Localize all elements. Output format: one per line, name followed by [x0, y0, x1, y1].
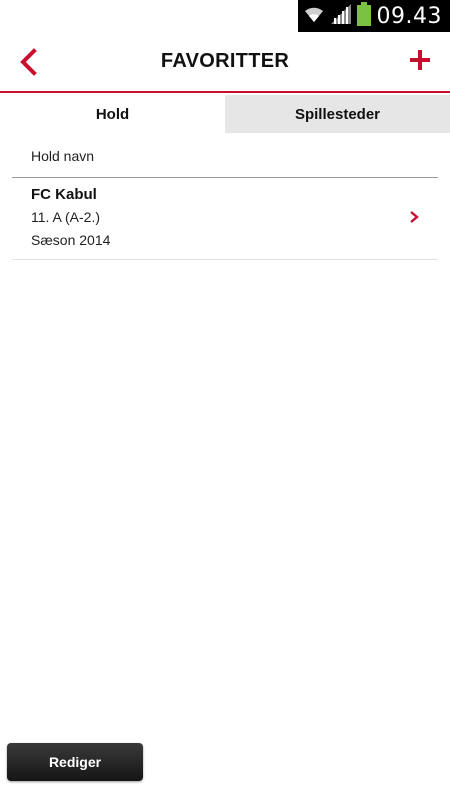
status-icons: 09.43	[298, 0, 450, 32]
wifi-icon	[303, 4, 325, 29]
app-header: FAVORITTER	[0, 32, 450, 93]
tab-bar: Hold Spillesteder	[0, 95, 450, 133]
chevron-right-icon	[410, 211, 419, 223]
plus-icon	[410, 50, 430, 70]
list-item[interactable]: FC Kabul 11. A (A-2.) Sæson 2014	[12, 178, 438, 260]
team-season: Sæson 2014	[31, 232, 111, 248]
team-name: FC Kabul	[31, 186, 97, 203]
column-header: Hold navn	[31, 148, 95, 164]
status-bar: 09.43	[0, 0, 450, 32]
tab-spillesteder[interactable]: Spillesteder	[225, 95, 450, 133]
signal-icon	[330, 3, 351, 29]
tab-hold[interactable]: Hold	[0, 95, 225, 133]
add-button[interactable]	[408, 48, 432, 72]
status-time: 09.43	[376, 3, 442, 29]
page-title: FAVORITTER	[160, 50, 290, 72]
battery-icon	[356, 1, 371, 31]
edit-button[interactable]: Rediger	[7, 743, 143, 781]
team-division: 11. A (A-2.)	[31, 209, 100, 225]
